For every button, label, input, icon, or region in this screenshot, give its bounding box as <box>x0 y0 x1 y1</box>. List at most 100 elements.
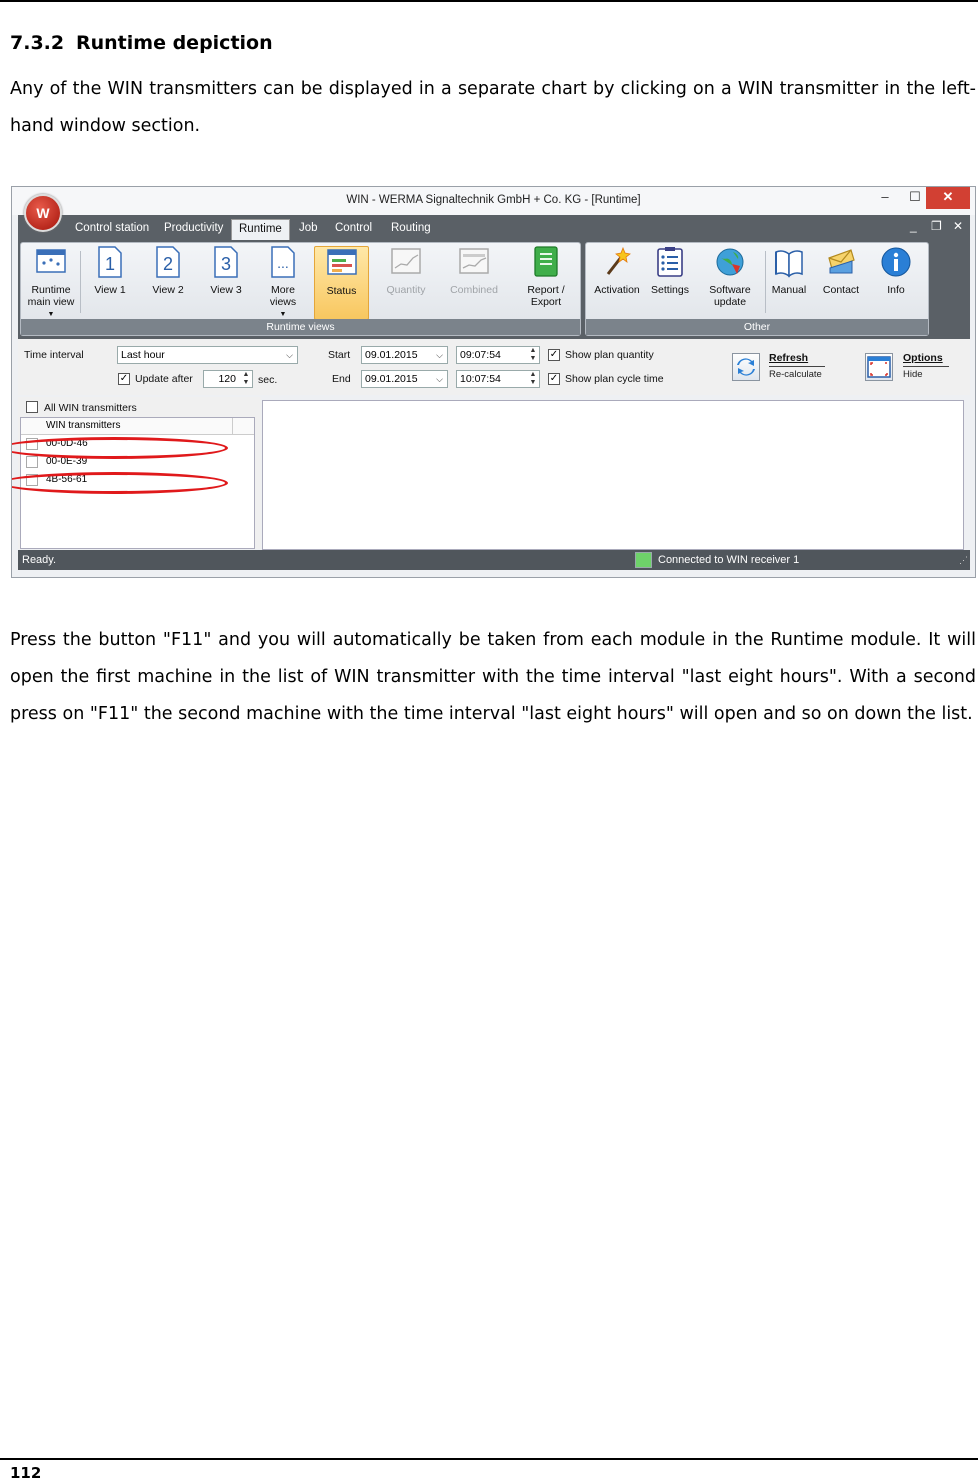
status-button[interactable]: Status <box>314 246 369 320</box>
refresh-link[interactable]: Refresh <box>769 352 808 364</box>
info-button[interactable]: Info <box>874 246 918 296</box>
report-export-icon <box>534 246 558 277</box>
software-update-button[interactable]: Software update <box>699 246 761 308</box>
manual-button[interactable]: Manual <box>768 246 810 296</box>
view-1-icon: 1 <box>98 246 122 278</box>
time-interval-select[interactable]: Last hour ⌵ <box>117 346 298 364</box>
runtime-main-view-label: Runtime main view <box>27 284 75 308</box>
info-label: Info <box>887 284 905 296</box>
window-title: WIN - WERMA Signaltechnik GmbH + Co. KG … <box>346 194 641 206</box>
time-interval-label: Time interval <box>24 349 84 361</box>
section-number: 7.3.2 <box>10 32 65 54</box>
tab-control[interactable]: Control <box>328 219 379 240</box>
all-transmitters-label: All WIN transmitters <box>44 402 137 414</box>
show-plan-quantity-checkbox[interactable]: ✓ <box>548 349 560 361</box>
contact-label: Contact <box>822 284 860 296</box>
list-header: WIN transmitters <box>21 418 254 435</box>
tab-runtime[interactable]: Runtime <box>231 219 290 240</box>
view-3-label: View 3 <box>210 284 242 296</box>
tab-control-station[interactable]: Control station <box>68 219 156 240</box>
all-transmitters-checkbox[interactable] <box>26 401 38 413</box>
options-window-icon <box>867 356 891 378</box>
tab-routing[interactable]: Routing <box>384 219 438 240</box>
recalculate-label: Re-calculate <box>769 369 822 380</box>
tab-job[interactable]: Job <box>292 219 325 240</box>
view-1-label: View 1 <box>94 284 126 296</box>
update-after-label: Update after <box>135 373 193 385</box>
refresh-divider <box>769 366 825 367</box>
page-number: 112 <box>10 1464 42 1482</box>
view-2-button[interactable]: 2 View 2 <box>143 246 193 296</box>
update-after-checkbox[interactable]: ✓ <box>118 373 130 385</box>
time-interval-panel: Time interval Last hour ⌵ ✓ Update after… <box>18 339 970 395</box>
quantity-icon <box>391 248 421 274</box>
spin-arrows-icon[interactable]: ▲ ▼ <box>528 347 538 363</box>
options-button[interactable] <box>865 353 893 381</box>
chevron-down-icon: ⌵ <box>436 374 443 384</box>
ribbon-separator <box>765 251 766 313</box>
combined-label: Combined <box>450 284 498 296</box>
refresh-button[interactable] <box>732 353 760 381</box>
view-1-button[interactable]: 1 View 1 <box>85 246 135 296</box>
window-close-button[interactable]: ✕ <box>926 187 970 209</box>
end-time-field[interactable]: 10:07:54 ▲ ▼ <box>456 370 540 388</box>
menu-bar: Control station Productivity Runtime Job… <box>18 215 970 240</box>
column-header-win-transmitters[interactable]: WIN transmitters <box>43 418 233 434</box>
end-date-picker[interactable]: 09.01.2015 ⌵ <box>361 370 448 388</box>
contact-envelope-icon <box>828 249 855 274</box>
spin-arrows-icon[interactable]: ▲ ▼ <box>241 371 251 387</box>
options-link[interactable]: Options <box>903 352 943 364</box>
show-plan-cycle-time-label: Show plan cycle time <box>565 373 664 385</box>
tab-productivity[interactable]: Productivity <box>157 219 230 240</box>
runtime-main-view-icon <box>36 249 66 273</box>
mdi-restore-button[interactable]: ❐ <box>931 219 942 233</box>
runtime-window-screenshot: WIN - WERMA Signaltechnik GmbH + Co. KG … <box>11 186 976 578</box>
view-3-button[interactable]: 3 View 3 <box>201 246 251 296</box>
update-interval-stepper[interactable]: 120 ▲ ▼ <box>203 370 253 388</box>
report-export-label: Report / Export <box>527 284 565 308</box>
hide-label: Hide <box>903 369 923 380</box>
svg-text:3: 3 <box>221 254 231 274</box>
section-heading: 7.3.2 Runtime depiction <box>10 32 273 54</box>
quantity-button[interactable]: Quantity <box>376 246 436 296</box>
svg-text:1: 1 <box>105 254 115 274</box>
highlight-ellipse <box>12 437 228 459</box>
software-update-globe-icon <box>716 248 744 276</box>
more-views-label: More views <box>269 284 297 308</box>
start-date-picker[interactable]: 09.01.2015 ⌵ <box>361 346 448 364</box>
end-time-value: 10:07:54 <box>460 373 501 385</box>
view-3-icon: 3 <box>214 246 238 278</box>
window-minimize-button[interactable]: – <box>870 187 900 209</box>
svg-text:...: ... <box>277 255 289 271</box>
manual-book-icon <box>775 250 803 278</box>
werma-logo-icon[interactable]: W <box>24 194 62 232</box>
show-plan-cycle-time-checkbox[interactable]: ✓ <box>548 373 560 385</box>
other-group-label: Other <box>586 319 928 335</box>
mdi-minimize-button[interactable]: _ <box>910 219 917 233</box>
mdi-close-button[interactable]: ✕ <box>953 219 963 233</box>
refresh-icon <box>737 358 755 376</box>
chevron-down-icon: ⌵ <box>286 350 293 360</box>
start-time-value: 09:07:54 <box>460 349 501 361</box>
settings-button[interactable]: Settings <box>646 246 694 296</box>
window-titlebar: WIN - WERMA Signaltechnik GmbH + Co. KG … <box>12 187 975 215</box>
other-group: Activation Settings Software update Manu… <box>585 242 929 336</box>
activation-button[interactable]: Activation <box>589 246 645 296</box>
transmitter-checkbox[interactable] <box>26 456 38 468</box>
runtime-main-view-button[interactable]: Runtime main view ▼ <box>25 246 77 321</box>
highlight-ellipse <box>12 472 228 494</box>
more-views-button[interactable]: ... More views ▼ <box>258 246 308 321</box>
info-icon <box>881 247 911 277</box>
time-interval-value: Last hour <box>121 349 165 361</box>
contact-button[interactable]: Contact <box>816 246 866 296</box>
combined-button[interactable]: Combined <box>441 246 507 296</box>
header-rule <box>0 0 978 2</box>
runtime-views-group: Runtime main view ▼ 1 View 1 2 View 2 3 … <box>20 242 581 336</box>
body-paragraph: Press the button "F11" and you will auto… <box>10 630 976 724</box>
start-time-field[interactable]: 09:07:54 ▲ ▼ <box>456 346 540 364</box>
chart-area[interactable] <box>262 400 964 550</box>
resize-grip-icon[interactable]: ⋰ <box>959 550 968 570</box>
spin-arrows-icon[interactable]: ▲ ▼ <box>528 371 538 387</box>
quantity-label: Quantity <box>386 284 426 296</box>
report-export-button[interactable]: Report / Export <box>516 246 576 308</box>
